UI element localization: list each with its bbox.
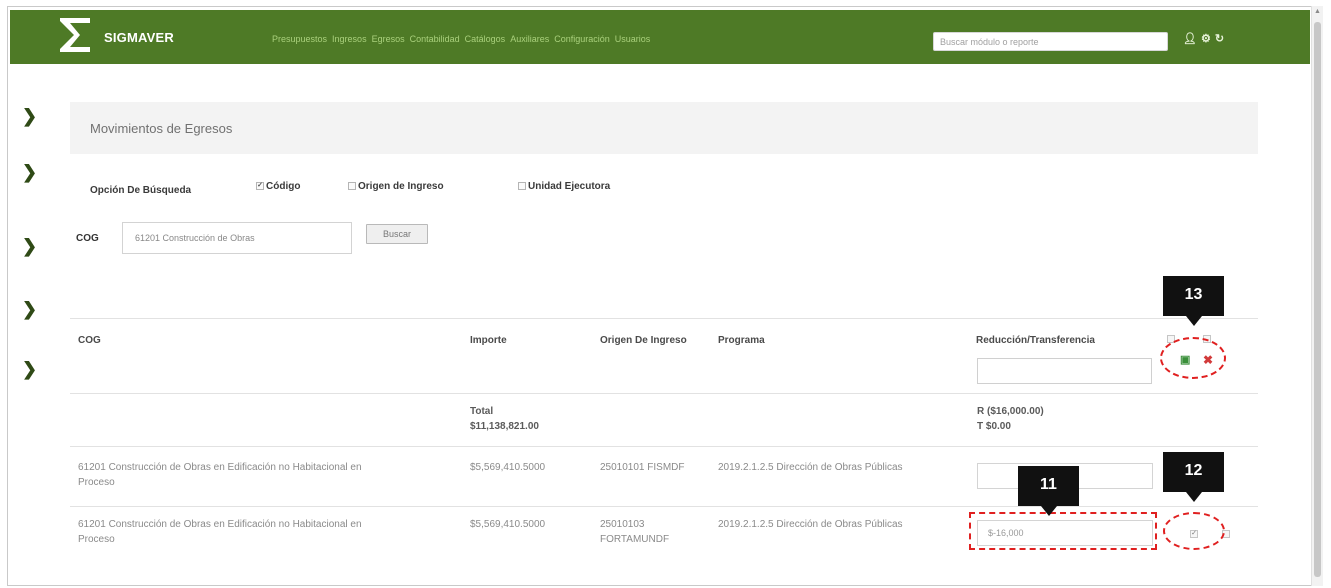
- page-title-panel: Movimientos de Egresos: [70, 102, 1258, 154]
- highlight-ellipse-checkbox: [1163, 512, 1225, 550]
- reduction-filter-input[interactable]: [977, 358, 1152, 384]
- column-header-origen: Origen De Ingreso: [600, 335, 687, 346]
- vertical-scrollbar[interactable]: ▲: [1311, 6, 1323, 586]
- option-codigo-label: Código: [266, 181, 301, 192]
- option-origen-label: Origen de Ingreso: [358, 181, 444, 192]
- browser-frame: [7, 6, 1322, 586]
- highlight-rect-reduction: [969, 512, 1157, 550]
- row-cog: 61201 Construcción de Obras en Edificaci…: [78, 519, 362, 545]
- row-importe: $5,569,410.5000: [470, 519, 546, 530]
- logout-icon[interactable]: ↻: [1215, 32, 1224, 45]
- module-search-input[interactable]: [933, 32, 1168, 51]
- menu-item-auxiliares[interactable]: Auxiliares: [510, 34, 549, 44]
- cog-label: COG: [76, 233, 99, 244]
- table-divider: [70, 446, 1258, 447]
- sidebar-toggle-chevron-icon[interactable]: ❯: [22, 300, 37, 318]
- main-menu: Presupuestos Ingresos Egresos Contabilid…: [272, 34, 650, 44]
- row-origen: 25010103 FORTAMUNDF: [600, 519, 670, 545]
- table-divider: [70, 506, 1258, 507]
- checkbox-icon[interactable]: [348, 182, 356, 191]
- option-codigo[interactable]: ✓ Código: [256, 181, 300, 192]
- menu-item-ingresos[interactable]: Ingresos: [332, 34, 367, 44]
- total-label: Total: [470, 406, 494, 417]
- menu-item-configuracion[interactable]: Configuración: [554, 34, 610, 44]
- cog-search-input[interactable]: [122, 222, 352, 254]
- table-divider: [70, 393, 1258, 394]
- row-origen: 25010101 FISMDF: [600, 462, 685, 473]
- sigmaver-logo-icon: [60, 18, 90, 52]
- column-header-cog: COG: [78, 335, 101, 346]
- search-button[interactable]: Buscar: [366, 224, 428, 244]
- menu-item-egresos[interactable]: Egresos: [372, 34, 405, 44]
- menu-item-presupuestos[interactable]: Presupuestos: [272, 34, 327, 44]
- menu-item-contabilidad[interactable]: Contabilidad: [410, 34, 460, 44]
- settings-icon[interactable]: ⚙: [1201, 32, 1211, 45]
- brand-name[interactable]: SIGMAVER: [104, 30, 174, 45]
- menu-item-usuarios[interactable]: Usuarios: [615, 34, 651, 44]
- column-header-programa: Programa: [718, 335, 765, 346]
- user-icon[interactable]: 👤︎: [1183, 32, 1197, 45]
- option-origen-ingreso[interactable]: Origen de Ingreso: [348, 181, 444, 192]
- callout-badge-12: 12: [1163, 452, 1224, 502]
- row-cog: 61201 Construcción de Obras en Edificaci…: [78, 462, 362, 488]
- sidebar-toggle-chevron-icon[interactable]: ❯: [22, 163, 37, 181]
- total-importe: $11,138,821.00: [470, 421, 539, 432]
- column-header-reduccion: Reducción/Transferencia: [976, 335, 1095, 346]
- page-title: Movimientos de Egresos: [90, 121, 233, 136]
- callout-badge-11: 11: [1018, 466, 1079, 516]
- scroll-thumb[interactable]: [1314, 22, 1321, 577]
- total-transferencia: T $0.00: [977, 421, 1011, 432]
- checkbox-icon[interactable]: ✓: [256, 182, 264, 191]
- menu-item-catalogos[interactable]: Catálogos: [465, 34, 506, 44]
- total-reduccion: R ($16,000.00): [977, 406, 1044, 417]
- sidebar-toggle-chevron-icon[interactable]: ❯: [22, 107, 37, 125]
- scroll-up-icon[interactable]: ▲: [1314, 8, 1321, 15]
- table-divider: [70, 318, 1258, 319]
- highlight-ellipse-save: [1160, 337, 1226, 379]
- navbar-icons: 👤︎ ⚙ ↻: [1183, 32, 1224, 45]
- option-unidad-ejecutora[interactable]: Unidad Ejecutora: [518, 181, 610, 192]
- row-importe: $5,569,410.5000: [470, 462, 546, 473]
- search-option-label: Opción De Búsqueda: [90, 185, 192, 196]
- row-programa: 2019.2.1.2.5 Dirección de Obras Públicas: [718, 519, 903, 530]
- sidebar-toggle-chevron-icon[interactable]: ❯: [22, 237, 37, 255]
- top-navbar: SIGMAVER Presupuestos Ingresos Egresos C…: [10, 10, 1310, 64]
- row-programa: 2019.2.1.2.5 Dirección de Obras Públicas: [718, 462, 903, 473]
- option-unidad-label: Unidad Ejecutora: [528, 181, 611, 192]
- callout-badge-13: 13: [1163, 276, 1224, 326]
- sidebar-toggle-chevron-icon[interactable]: ❯: [22, 360, 37, 378]
- column-header-importe: Importe: [470, 335, 507, 346]
- checkbox-icon[interactable]: [518, 182, 526, 191]
